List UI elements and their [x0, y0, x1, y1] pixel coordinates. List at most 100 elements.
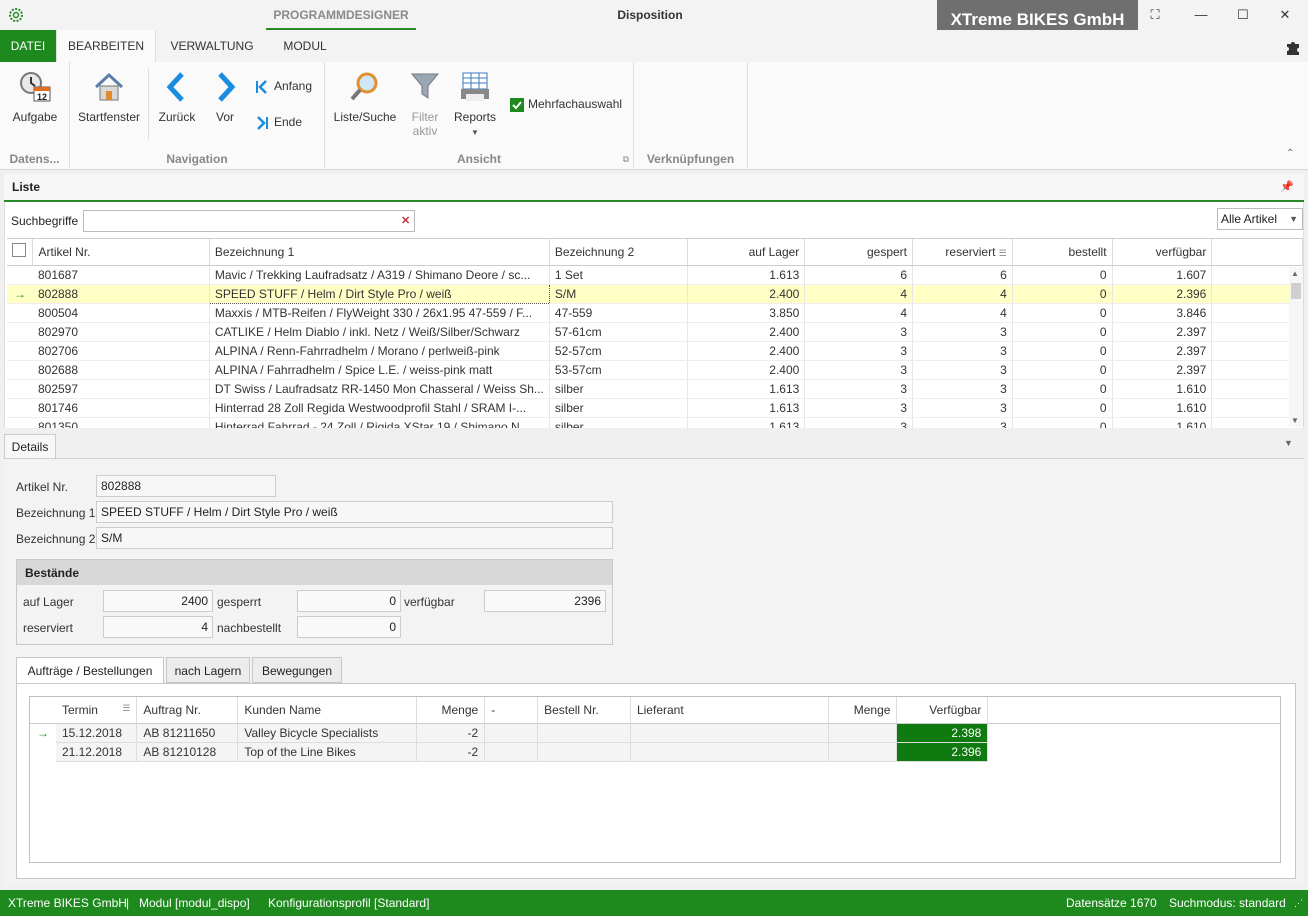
column-header-auf-lager[interactable]: auf Lager — [687, 239, 806, 266]
tab-verwaltung[interactable]: VERWALTUNG — [160, 30, 264, 62]
cell-auftrag-nr[interactable]: AB 81210128 — [136, 742, 239, 762]
cell-reserviert[interactable]: 3 — [912, 379, 1013, 399]
reports-button[interactable]: Reports ▼ — [449, 70, 501, 138]
cell-verfuegbar[interactable]: 2.396 — [1112, 284, 1213, 304]
table-row[interactable]: 802597 DT Swiss / Laufradsatz RR-1450 Mon… — [7, 379, 1303, 399]
cell-artikel-nr[interactable]: 802888 — [32, 284, 210, 304]
column-header-artikel-nr[interactable]: Artikel Nr. — [32, 239, 210, 266]
column-header-bestell-nr[interactable]: Bestell Nr. — [537, 697, 631, 724]
cell-menge-2[interactable] — [828, 723, 898, 743]
cell-verfuegbar[interactable]: 2.397 — [1112, 341, 1213, 361]
maximize-button[interactable]: ☐ — [1220, 0, 1266, 30]
cell-bezeichnung-1[interactable]: DT Swiss / Laufradsatz RR-1450 Mon Chass… — [209, 379, 550, 399]
table-row[interactable]: 800504 Maxxis / MTB-Reifen / FlyWeight 33… — [7, 303, 1303, 323]
cell-kunden-name[interactable]: Valley Bicycle Specialists — [237, 723, 418, 743]
cell-auf-lager[interactable]: 1.613 — [687, 417, 806, 428]
artikel-nr-field[interactable]: 802888 — [96, 475, 276, 497]
cell-verfuegbar[interactable]: 3.846 — [1112, 303, 1213, 323]
cell-menge-2[interactable] — [828, 742, 898, 762]
cell-bezeichnung-2[interactable]: silber — [549, 379, 688, 399]
cell-reserviert[interactable]: 3 — [912, 322, 1013, 342]
vor-button[interactable]: Vor — [202, 70, 248, 124]
cell-auf-lager[interactable]: 1.613 — [687, 398, 806, 418]
verfuegbar-field[interactable]: 2396 — [484, 590, 606, 612]
cell-kunden-name[interactable]: Top of the Line Bikes — [237, 742, 418, 762]
minimize-button[interactable]: — — [1178, 0, 1224, 30]
cell-auf-lager[interactable]: 1.613 — [687, 379, 806, 399]
cell-auf-lager[interactable]: 2.400 — [687, 284, 806, 304]
fullscreen-button[interactable]: ⛶ — [1132, 0, 1178, 30]
column-header-bezeichnung-1[interactable]: Bezeichnung 1 — [209, 239, 550, 266]
cell-artikel-nr[interactable]: 801746 — [32, 398, 210, 418]
column-header-verfuegbar[interactable]: verfügbar — [1112, 239, 1213, 266]
table-row[interactable]: 802688 ALPINA / Fahrradhelm / Spice L.E. … — [7, 360, 1303, 380]
cell-verfuegbar[interactable]: 1.610 — [1112, 379, 1213, 399]
cell-verfuegbar[interactable]: 1.610 — [1112, 417, 1213, 428]
cell-verfuegbar[interactable]: 2.397 — [1112, 360, 1213, 380]
cell-gespert[interactable]: 3 — [804, 341, 913, 361]
table-row[interactable]: 801746 Hinterrad 28 Zoll Regida Westwoodp… — [7, 398, 1303, 418]
cell-bezeichnung-1[interactable]: Maxxis / MTB-Reifen / FlyWeight 330 / 26… — [209, 303, 550, 323]
cell-auf-lager[interactable]: 3.850 — [687, 303, 806, 323]
auf-lager-field[interactable]: 2400 — [103, 590, 213, 612]
chevron-down-icon[interactable]: ▼ — [1284, 438, 1293, 448]
tab-nach-lagern[interactable]: nach Lagern — [166, 657, 250, 683]
bezeichnung-2-field[interactable]: S/M — [96, 527, 613, 549]
close-button[interactable]: ✕ — [1262, 0, 1308, 30]
cell-gespert[interactable]: 4 — [804, 284, 913, 304]
cell-reserviert[interactable]: 3 — [912, 360, 1013, 380]
column-header-kunden-name[interactable]: Kunden Name — [237, 697, 418, 724]
table-row[interactable]: 801687 Mavic / Trekking Laufradsatz / A31… — [7, 265, 1303, 285]
cell-bestellt[interactable]: 0 — [1012, 360, 1113, 380]
column-header-lieferant[interactable]: Lieferant — [630, 697, 829, 724]
cell-menge[interactable]: -2 — [416, 723, 486, 743]
cell-auf-lager[interactable]: 2.400 — [687, 360, 806, 380]
column-header-menge[interactable]: Menge — [416, 697, 486, 724]
cell-lieferant[interactable] — [630, 742, 829, 762]
cell-artikel-nr[interactable]: 802706 — [32, 341, 210, 361]
cell-bestellt[interactable]: 0 — [1012, 341, 1113, 361]
tab-bewegungen[interactable]: Bewegungen — [252, 657, 342, 683]
cell-artikel-nr[interactable]: 800504 — [32, 303, 210, 323]
cell-verfuegbar[interactable]: 2.398 — [896, 723, 989, 743]
startfenster-button[interactable]: Startfenster — [76, 70, 142, 124]
column-header-bezeichnung-2[interactable]: Bezeichnung 2 — [549, 239, 688, 266]
table-row[interactable]: 801350 Hinterrad Fahrrad - 24 Zoll / Rigi… — [7, 417, 1303, 428]
cell-bestellt[interactable]: 0 — [1012, 398, 1113, 418]
cell-dash[interactable] — [484, 723, 539, 743]
bezeichnung-1-field[interactable]: SPEED STUFF / Helm / Dirt Style Pro / we… — [96, 501, 613, 523]
gesperrt-field[interactable]: 0 — [297, 590, 401, 612]
cell-bestellt[interactable]: 0 — [1012, 303, 1113, 323]
cell-bezeichnung-1[interactable]: Hinterrad Fahrrad - 24 Zoll / Rigida XSt… — [209, 417, 550, 428]
cell-gespert[interactable]: 3 — [804, 417, 913, 428]
article-filter-select[interactable]: Alle Artikel ▼ — [1217, 208, 1303, 230]
cell-bestellt[interactable]: 0 — [1012, 265, 1113, 285]
cell-reserviert[interactable]: 4 — [912, 284, 1013, 304]
cell-reserviert[interactable]: 3 — [912, 398, 1013, 418]
reserviert-field[interactable]: 4 — [103, 616, 213, 638]
cell-verfuegbar[interactable]: 1.607 — [1112, 265, 1213, 285]
app-gear-icon[interactable] — [8, 7, 24, 23]
cell-reserviert[interactable]: 3 — [912, 341, 1013, 361]
cell-gespert[interactable]: 3 — [804, 322, 913, 342]
clear-icon[interactable]: ✕ — [401, 214, 410, 227]
details-tab[interactable]: Details — [4, 434, 56, 458]
scroll-down-icon[interactable]: ▼ — [1291, 416, 1299, 425]
cell-termin[interactable]: 21.12.2018 — [55, 742, 138, 762]
resize-grip-icon[interactable]: ⋰ — [1294, 890, 1303, 916]
liste-suche-button[interactable]: Liste/Suche — [329, 70, 401, 124]
cell-bestellt[interactable]: 0 — [1012, 379, 1113, 399]
cell-reserviert[interactable]: 3 — [912, 417, 1013, 428]
cell-bezeichnung-2[interactable]: 57-61cm — [549, 322, 688, 342]
cell-bezeichnung-1[interactable]: Hinterrad 28 Zoll Regida Westwoodprofil … — [209, 398, 550, 418]
programmdesigner-tab[interactable]: PROGRAMMDESIGNER — [266, 0, 416, 30]
cell-bestellt[interactable]: 0 — [1012, 417, 1113, 428]
cell-gespert[interactable]: 3 — [804, 398, 913, 418]
column-header-verfuegbar[interactable]: Verfügbar — [896, 697, 989, 724]
collapse-ribbon-icon[interactable]: ⌃ — [1286, 148, 1294, 159]
cell-auftrag-nr[interactable]: AB 81211650 — [136, 723, 239, 743]
tab-datei[interactable]: DATEI — [0, 30, 56, 62]
cell-bezeichnung-2[interactable]: S/M — [549, 284, 688, 304]
cell-menge[interactable]: -2 — [416, 742, 486, 762]
cell-lieferant[interactable] — [630, 723, 829, 743]
